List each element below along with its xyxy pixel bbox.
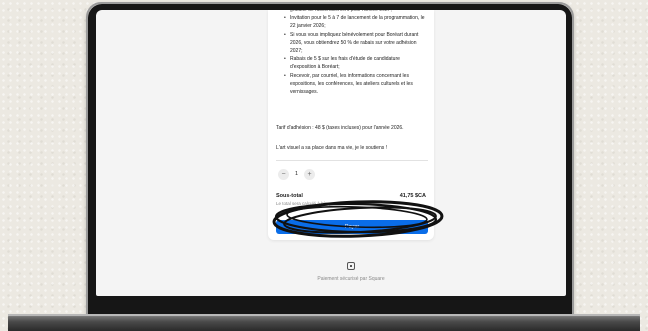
quantity-value: 1	[295, 170, 299, 177]
scribble-annotation	[272, 200, 444, 238]
benefit-item: Si vous vous impliquez bénévolement pour…	[276, 31, 426, 56]
browser-screen: gratuite de rassemblement pour l'année 2…	[96, 10, 566, 296]
membership-price-text: Tarif d'adhésion : 48 $ (taxes incluses)…	[276, 125, 404, 131]
decrease-quantity-button[interactable]: −	[278, 168, 289, 180]
benefit-item: Invitation pour le 5 à 7 de lancement de…	[276, 14, 426, 30]
benefit-item: Recevoir, par courriel, les informations…	[276, 72, 426, 97]
secure-payment-text: Paiement sécurisé par Square	[317, 276, 385, 282]
benefit-item: Rabais de 5 $ sur les frais d'étude de c…	[276, 55, 426, 71]
increase-quantity-button[interactable]: +	[304, 168, 316, 180]
laptop-base	[8, 314, 640, 331]
quantity-stepper: − 1 +	[278, 168, 316, 180]
benefits-list: gratuite de rassemblement pour l'année 2…	[276, 10, 426, 96]
divider	[276, 160, 428, 161]
square-logo-icon	[347, 262, 355, 270]
support-slogan: L'art visuel a sa place dans ma vie, je …	[276, 145, 388, 151]
